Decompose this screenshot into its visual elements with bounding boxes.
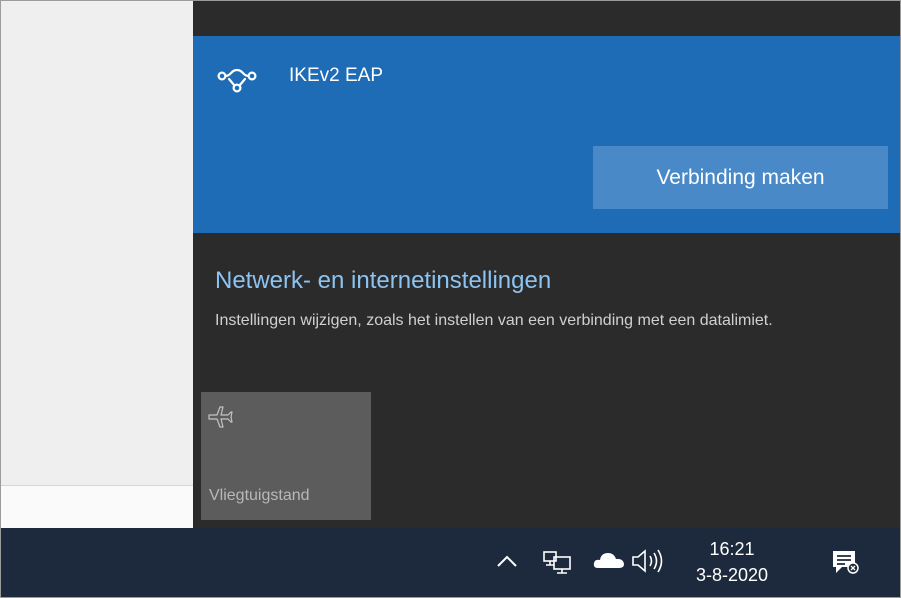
- notification-icon[interactable]: [829, 548, 861, 576]
- airplane-icon: [208, 406, 233, 428]
- vpn-name: IKEv2 EAP: [289, 65, 383, 86]
- volume-icon[interactable]: [629, 546, 669, 576]
- airplane-mode-tile[interactable]: Vliegtuigstand: [201, 392, 371, 520]
- vpn-icon: [217, 68, 257, 93]
- network-settings-link[interactable]: Netwerk- en internetinstellingen: [215, 267, 551, 295]
- taskbar-clock[interactable]: 16:21 3-8-2020: [691, 536, 773, 594]
- clock-date: 3-8-2020: [695, 565, 769, 585]
- chevron-up-icon[interactable]: [493, 550, 521, 574]
- vpn-connection-card[interactable]: IKEv2 EAP Verbinding maken: [193, 36, 900, 233]
- screenshot-frame: IKEv2 EAP Verbinding maken Netwerk- en i…: [0, 0, 901, 598]
- network-flyout: IKEv2 EAP Verbinding maken Netwerk- en i…: [193, 1, 900, 528]
- taskbar: 16:21 3-8-2020: [1, 528, 900, 597]
- window-lower-area: [1, 486, 193, 528]
- network-icon[interactable]: [541, 545, 573, 577]
- onedrive-cloud-icon[interactable]: [592, 548, 626, 572]
- background-window: [1, 1, 193, 528]
- clock-time: 16:21: [709, 539, 755, 559]
- airplane-mode-label: Vliegtuigstand: [209, 487, 310, 504]
- flyout-top-strip: [193, 1, 900, 36]
- network-settings-description: Instellingen wijzigen, zoals het instell…: [215, 312, 773, 329]
- connect-button[interactable]: Verbinding maken: [593, 146, 888, 209]
